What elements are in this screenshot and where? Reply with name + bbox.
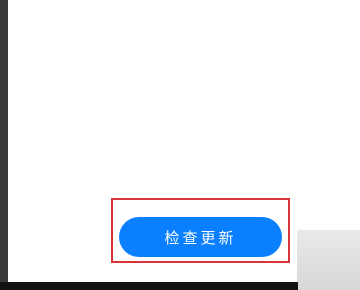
- bottom-edge-bar: [0, 282, 298, 290]
- background-edge: [297, 230, 360, 290]
- check-update-button[interactable]: 检查更新: [119, 217, 282, 257]
- left-edge-bar: [0, 0, 8, 282]
